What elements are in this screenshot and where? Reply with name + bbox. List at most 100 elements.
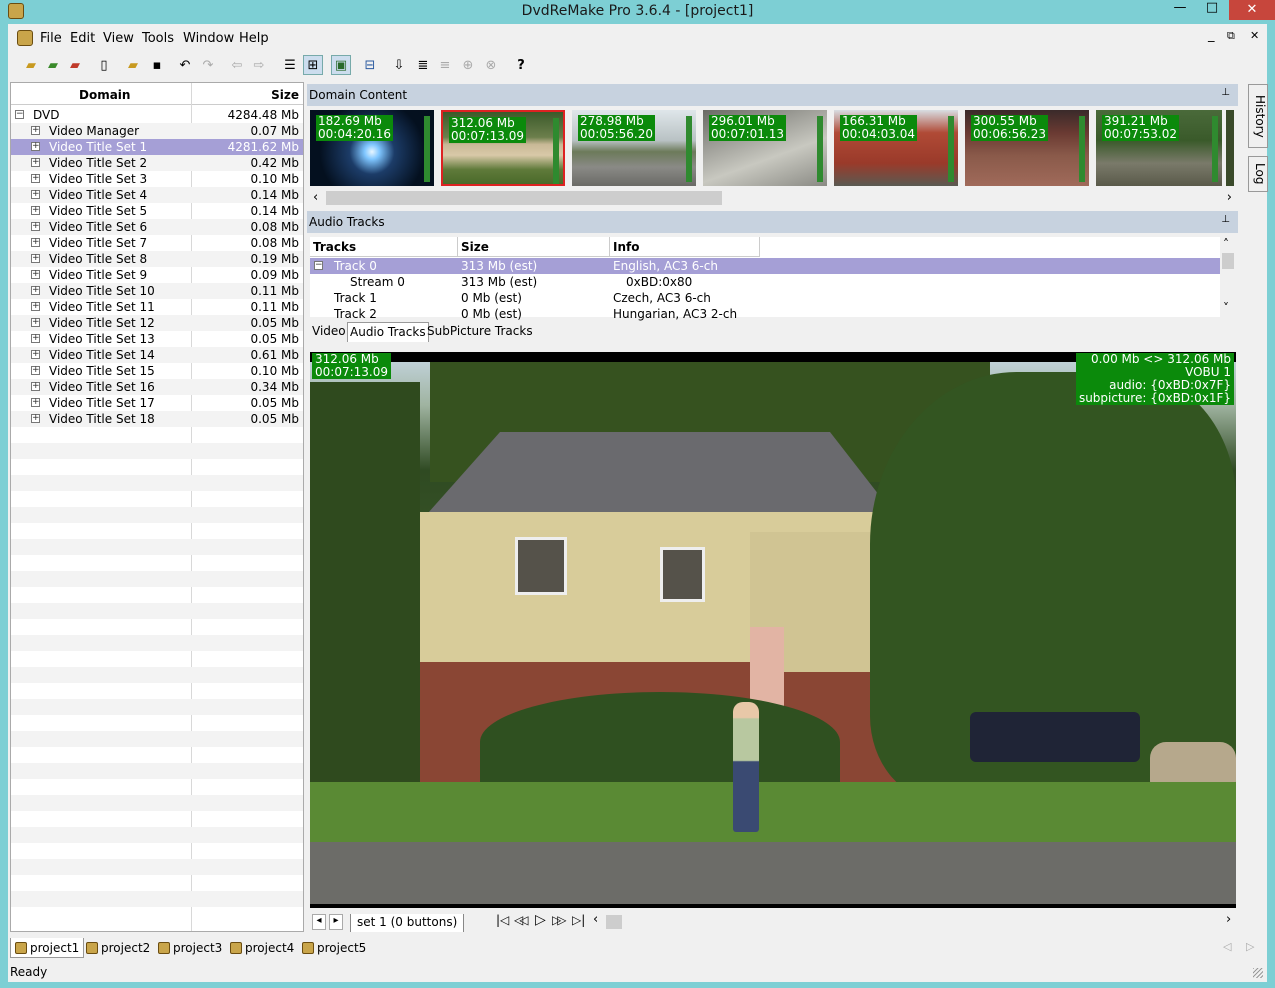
expand-icon[interactable]: + xyxy=(31,126,40,135)
tree-col-domain[interactable]: Domain xyxy=(79,88,130,102)
merge-icon[interactable]: ⊕ xyxy=(458,55,478,75)
thumbnail-6[interactable]: 300.55 Mb 00:06:56.23 xyxy=(965,110,1089,186)
expand-icon[interactable]: + xyxy=(31,270,40,279)
domain-tree[interactable]: Domain Size − DVD 4284.48 Mb + Video Manager… xyxy=(10,82,304,932)
scroll-right-icon[interactable]: › xyxy=(1226,912,1231,927)
tree-row[interactable]: + Video Manager 0.07 Mb xyxy=(11,123,303,139)
expand-icon[interactable]: + xyxy=(31,174,40,183)
preview-icon[interactable]: ▣ xyxy=(331,55,351,75)
expand-icon[interactable]: + xyxy=(31,318,40,327)
col-tracks[interactable]: Tracks xyxy=(310,237,458,257)
tree-row[interactable]: + Video Title Set 16 0.34 Mb xyxy=(11,379,303,395)
video-preview[interactable]: 312.06 Mb 00:07:13.09 0.00 Mb <> 312.06 M… xyxy=(310,352,1236,908)
history-tab[interactable]: History xyxy=(1248,84,1268,148)
set-tab[interactable]: set 1 (0 buttons) xyxy=(350,914,465,932)
first-frame-icon[interactable]: |◁ xyxy=(496,913,509,927)
col-size[interactable]: Size xyxy=(458,237,610,257)
scroll-thumb[interactable] xyxy=(1222,253,1234,269)
tab-subpicture-tracks[interactable]: SubPicture Tracks xyxy=(425,322,535,342)
scroll-thumb[interactable] xyxy=(326,191,722,205)
tree-row[interactable]: + Video Title Set 18 0.05 Mb xyxy=(11,411,303,427)
align-icon[interactable]: ≡ xyxy=(435,55,455,75)
menu-edit[interactable]: Edit xyxy=(70,31,95,46)
audio-scrollbar[interactable]: ˄ ˅ xyxy=(1220,237,1236,317)
expand-icon[interactable]: + xyxy=(31,158,40,167)
last-frame-icon[interactable]: ▷| xyxy=(572,913,585,927)
edit-list-icon[interactable]: ≣ xyxy=(413,55,433,75)
expand-icon[interactable]: + xyxy=(31,350,40,359)
doc-icon[interactable] xyxy=(17,30,33,46)
collapse-icon[interactable]: − xyxy=(314,261,323,270)
tabs-scroll-left-icon[interactable]: ◁ xyxy=(1223,940,1231,953)
tab-video[interactable]: Video xyxy=(310,322,348,342)
scroll-down-icon[interactable]: ˅ xyxy=(1223,301,1229,315)
menu-help[interactable]: Help xyxy=(239,31,269,46)
forward-icon[interactable]: ⇨ xyxy=(249,55,269,75)
expand-icon[interactable]: + xyxy=(31,206,40,215)
rewind-icon[interactable]: ◁◁ xyxy=(514,913,529,927)
thumbnail-3[interactable]: 278.98 Mb 00:05:56.20 xyxy=(572,110,696,186)
mdi-minimize-button[interactable]: _ xyxy=(1208,28,1215,43)
expand-icon[interactable]: + xyxy=(31,238,40,247)
scroll-left-icon[interactable]: ‹ xyxy=(593,912,598,927)
menu-tools[interactable]: Tools xyxy=(142,31,174,46)
thumbnail-1[interactable]: 182.69 Mb 00:04:20.16 xyxy=(310,110,434,186)
split-icon[interactable]: ⊟ xyxy=(360,55,380,75)
audio-tracks-grid[interactable]: Tracks Size Info − Track 0 313 Mb (est) Eng… xyxy=(310,237,1220,321)
tree-row[interactable]: + Video Title Set 12 0.05 Mb xyxy=(11,315,303,331)
tree-row[interactable]: + Video Title Set 2 0.42 Mb xyxy=(11,155,303,171)
project-tab-4[interactable]: project4 xyxy=(226,938,298,958)
open-red-icon[interactable]: ▰ xyxy=(65,55,85,75)
expand-icon[interactable]: + xyxy=(31,334,40,343)
pin-icon[interactable]: ⊥ xyxy=(1221,214,1230,225)
audio-track-row[interactable]: Track 2 0 Mb (est) Hungarian, AC3 2-ch xyxy=(310,306,1220,322)
audio-track-row[interactable]: Track 1 0 Mb (est) Czech, AC3 6-ch xyxy=(310,290,1220,306)
tree-row[interactable]: + Video Title Set 13 0.05 Mb xyxy=(11,331,303,347)
resize-grip-icon[interactable] xyxy=(1253,968,1263,978)
prev-set-icon[interactable]: ◂ xyxy=(312,914,326,930)
expand-icon[interactable]: + xyxy=(31,302,40,311)
expand-icon[interactable]: + xyxy=(31,254,40,263)
tree-view-icon[interactable]: ⊞ xyxy=(303,55,323,75)
col-info[interactable]: Info xyxy=(610,237,760,257)
mdi-close-button[interactable]: ✕ xyxy=(1250,29,1259,42)
project-tab-2[interactable]: project2 xyxy=(82,938,154,958)
expand-icon[interactable]: + xyxy=(31,414,40,423)
tree-row[interactable]: + Video Title Set 7 0.08 Mb xyxy=(11,235,303,251)
tree-row[interactable]: + Video Title Set 15 0.10 Mb xyxy=(11,363,303,379)
tree-row[interactable]: + Video Title Set 4 0.14 Mb xyxy=(11,187,303,203)
scroll-thumb[interactable] xyxy=(606,915,622,929)
fast-forward-icon[interactable]: ▷▷ xyxy=(552,913,567,927)
tree-row[interactable]: + Video Title Set 11 0.11 Mb xyxy=(11,299,303,315)
tree-row[interactable]: + Video Title Set 14 0.61 Mb xyxy=(11,347,303,363)
help-icon[interactable]: ? xyxy=(511,55,531,75)
remove-icon[interactable]: ⊗ xyxy=(481,55,501,75)
menu-window[interactable]: Window xyxy=(183,31,234,46)
pin-icon[interactable]: ⊥ xyxy=(1221,87,1230,98)
thumbnail-4[interactable]: 296.01 Mb 00:07:01.13 xyxy=(703,110,827,186)
project-tab-5[interactable]: project5 xyxy=(298,938,370,958)
tree-row[interactable]: + Video Title Set 8 0.19 Mb xyxy=(11,251,303,267)
expand-icon[interactable]: + xyxy=(31,286,40,295)
open-folder-icon[interactable]: ▰ xyxy=(21,55,41,75)
next-set-icon[interactable]: ▸ xyxy=(329,914,343,930)
audio-track-row[interactable]: Stream 0 313 Mb (est) 0xBD:0x80 xyxy=(310,274,1220,290)
project-tab-3[interactable]: project3 xyxy=(154,938,226,958)
close-button[interactable]: ✕ xyxy=(1229,0,1275,20)
tree-row[interactable]: + Video Title Set 9 0.09 Mb xyxy=(11,267,303,283)
tree-row[interactable]: + Video Title Set 6 0.08 Mb xyxy=(11,219,303,235)
expand-icon[interactable]: + xyxy=(31,382,40,391)
collapse-icon[interactable]: − xyxy=(15,110,24,119)
tab-audio-tracks[interactable]: Audio Tracks xyxy=(347,322,429,342)
thumbnail-scrollbar[interactable]: ‹ › xyxy=(310,190,1236,206)
expand-icon[interactable]: + xyxy=(31,398,40,407)
back-icon[interactable]: ⇦ xyxy=(227,55,247,75)
maximize-button[interactable]: □ xyxy=(1197,0,1227,18)
tree-col-size[interactable]: Size xyxy=(271,88,299,102)
expand-icon[interactable]: + xyxy=(31,190,40,199)
sort-down-icon[interactable]: ⇩ xyxy=(389,55,409,75)
menu-view[interactable]: View xyxy=(103,31,134,46)
tree-row[interactable]: + Video Title Set 10 0.11 Mb xyxy=(11,283,303,299)
list-view-icon[interactable]: ☰ xyxy=(280,55,300,75)
menu-file[interactable]: File xyxy=(40,31,62,46)
